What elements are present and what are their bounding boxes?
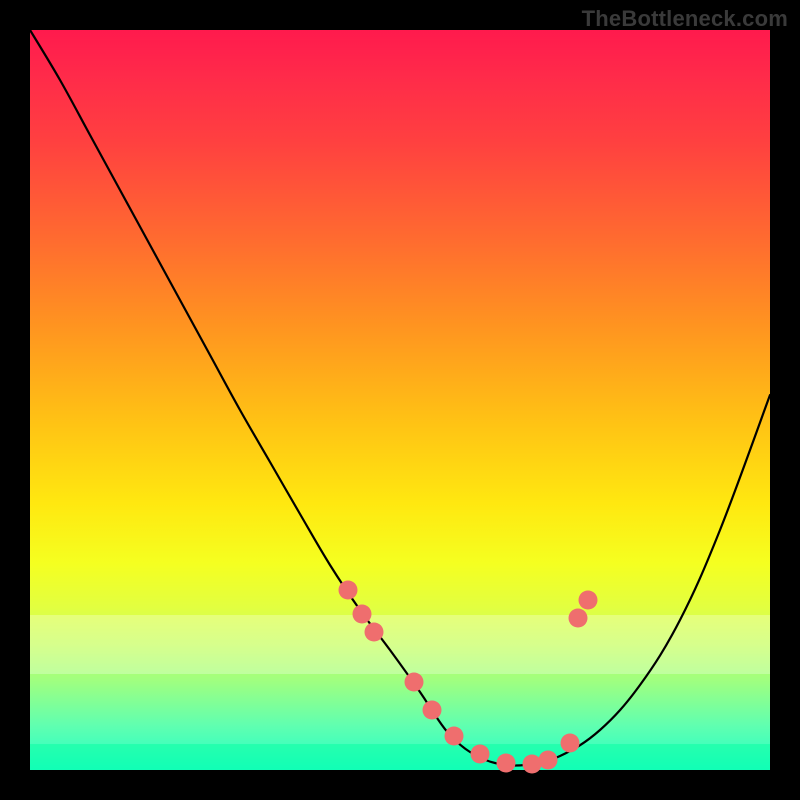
data-point	[423, 701, 442, 720]
data-point-layer	[339, 581, 598, 774]
data-point	[569, 609, 588, 628]
data-point	[497, 754, 516, 773]
data-point	[539, 751, 558, 770]
data-point	[365, 623, 384, 642]
data-point	[561, 734, 580, 753]
plot-svg	[30, 30, 770, 770]
watermark-title: TheBottleneck.com	[582, 6, 788, 32]
data-point	[353, 605, 372, 624]
data-point	[405, 673, 424, 692]
data-point	[339, 581, 358, 600]
data-point	[523, 755, 542, 774]
bottleneck-curve	[30, 30, 770, 766]
data-point	[445, 727, 464, 746]
data-point	[579, 591, 598, 610]
data-point	[471, 745, 490, 764]
